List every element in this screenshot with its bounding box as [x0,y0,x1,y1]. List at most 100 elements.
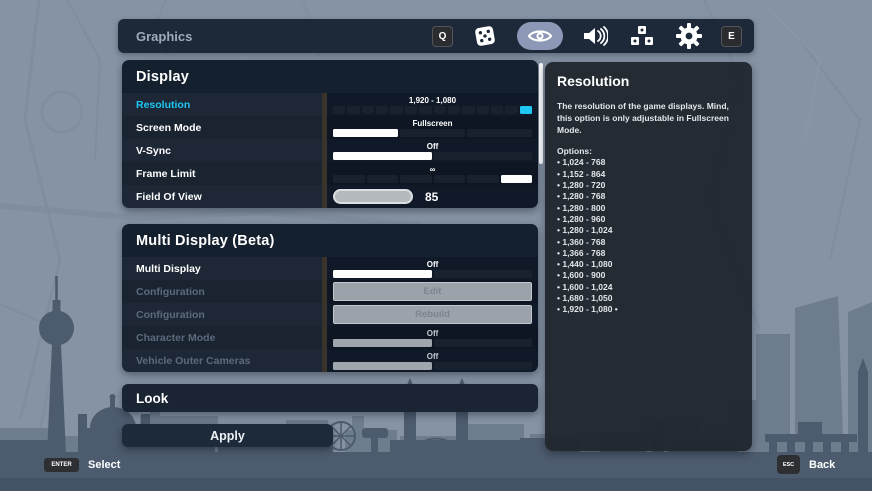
row-label: Screen Mode [122,116,322,139]
row-label: Frame Limit [122,162,322,185]
row-value: Off [426,141,439,151]
segment-bar[interactable] [333,338,532,347]
resolution-option: • 1,280 - 1,024 [557,225,613,236]
segment[interactable] [400,174,432,183]
segment[interactable] [419,105,432,114]
row-label: Vehicle Outer Cameras [122,349,322,372]
segment[interactable] [505,105,518,114]
multi-display-rows: Multi Display Off Configuration Edit Con… [122,257,538,372]
segment-bar[interactable] [333,269,532,278]
segment[interactable] [476,105,489,114]
row-label: Configuration [122,280,322,303]
segment[interactable] [333,174,365,183]
segment[interactable] [433,338,532,347]
setting-vsync[interactable]: V-Sync Off [122,139,538,162]
setting-field-of-view[interactable]: Field Of View 85 [122,185,538,208]
tab-graphics[interactable] [517,22,563,50]
character-mode-toggle[interactable]: Off [327,326,538,349]
key-badge-e[interactable]: E [721,25,742,47]
setting-screen-mode[interactable]: Screen Mode Fullscreen [122,116,538,139]
multi-display-toggle[interactable]: Off [327,257,538,280]
segment[interactable] [467,128,532,137]
resolution-option: • 1,152 - 864 [557,168,606,179]
multi-display-panel-title: Multi Display (Beta) [122,224,538,257]
frame-limit-stepper[interactable]: ∞ [327,162,538,185]
tab-icon-strip: Q E [432,21,754,51]
segment[interactable] [433,269,532,278]
select-label: Select [88,459,121,471]
row-value: Off [426,259,439,269]
tab-random[interactable] [470,21,500,51]
segment[interactable] [447,105,461,114]
tab-interface[interactable] [627,21,657,51]
segment[interactable] [347,105,360,114]
segment-bar[interactable] [333,361,532,370]
row-value: 1,920 - 1,080 [408,95,457,105]
back-label: Back [809,458,836,471]
segment[interactable] [404,105,418,114]
graphics-settings-screen: Graphics Q E Display Resolution 1,920 - … [0,0,872,491]
row-label: Configuration [122,303,322,326]
segment[interactable] [361,105,375,114]
resolution-stepper[interactable]: 1,920 - 1,080 [327,93,538,116]
row-label: Resolution [122,93,322,116]
look-section-header[interactable]: Look [122,384,538,412]
settings-scrollbar[interactable] [539,63,543,164]
resolution-option: • 1,366 - 768 [557,247,606,258]
gear-icon [676,23,702,49]
screen-mode-stepper[interactable]: Fullscreen [327,116,538,139]
segment-bar[interactable] [333,128,532,137]
row-label: Field Of View [122,185,322,208]
segment[interactable] [333,269,432,278]
display-panel-title: Display [122,60,538,93]
resolution-option: • 1,024 - 768 [557,157,606,168]
apply-button[interactable]: Apply [122,424,333,447]
segment[interactable] [366,174,398,183]
segment-bar[interactable] [333,105,533,114]
segment[interactable] [390,105,403,114]
setting-resolution[interactable]: Resolution 1,920 - 1,080 [122,93,538,116]
vsync-toggle[interactable]: Off [327,139,538,162]
fov-slider[interactable] [333,189,413,204]
segment[interactable] [333,128,398,137]
segment[interactable] [333,361,432,370]
edit-button[interactable]: Edit [333,282,532,301]
enter-key-badge: ENTER [44,458,79,472]
key-badge-q[interactable]: Q [432,25,453,47]
tab-audio[interactable] [580,21,610,51]
display-panel: Display Resolution 1,920 - 1,080 Screen … [122,60,538,208]
resolution-option: • 1,600 - 1,024 [557,281,613,292]
row-value: Fullscreen [412,118,453,128]
resolution-option: • 1,280 - 720 [557,180,606,191]
segment[interactable] [467,174,499,183]
segment[interactable] [400,128,465,137]
segment[interactable] [519,105,533,114]
segment[interactable] [490,105,504,114]
row-label: Character Mode [122,326,322,349]
resolution-option: • 1,280 - 960 [557,213,606,224]
fov-value: 85 [425,189,439,204]
blocks-icon [630,25,654,47]
segment[interactable] [333,338,432,347]
segment-bar[interactable] [333,151,532,160]
segment[interactable] [433,151,532,160]
vehicle-cameras-toggle[interactable]: Off [327,349,538,372]
row-value: Off [426,328,439,338]
resolution-option: • 1,600 - 900 [557,270,606,281]
segment[interactable] [433,105,446,114]
segment[interactable] [333,151,432,160]
rebuild-button[interactable]: Rebuild [333,305,532,324]
setting-frame-limit[interactable]: Frame Limit ∞ [122,162,538,185]
setting-character-mode: Character Mode Off [122,326,538,349]
resolution-option: • 1,280 - 800 [557,202,606,213]
segment[interactable] [333,105,346,114]
setting-multi-display[interactable]: Multi Display Off [122,257,538,280]
segment-bar[interactable] [333,174,532,183]
segment[interactable] [462,105,475,114]
segment[interactable] [433,174,465,183]
tab-settings[interactable] [674,21,704,51]
resolution-options-list: • 1,024 - 768 • 1,152 - 864 • 1,280 - 720 •… [557,157,740,315]
segment[interactable] [500,174,532,183]
segment[interactable] [433,361,532,370]
segment[interactable] [376,105,389,114]
